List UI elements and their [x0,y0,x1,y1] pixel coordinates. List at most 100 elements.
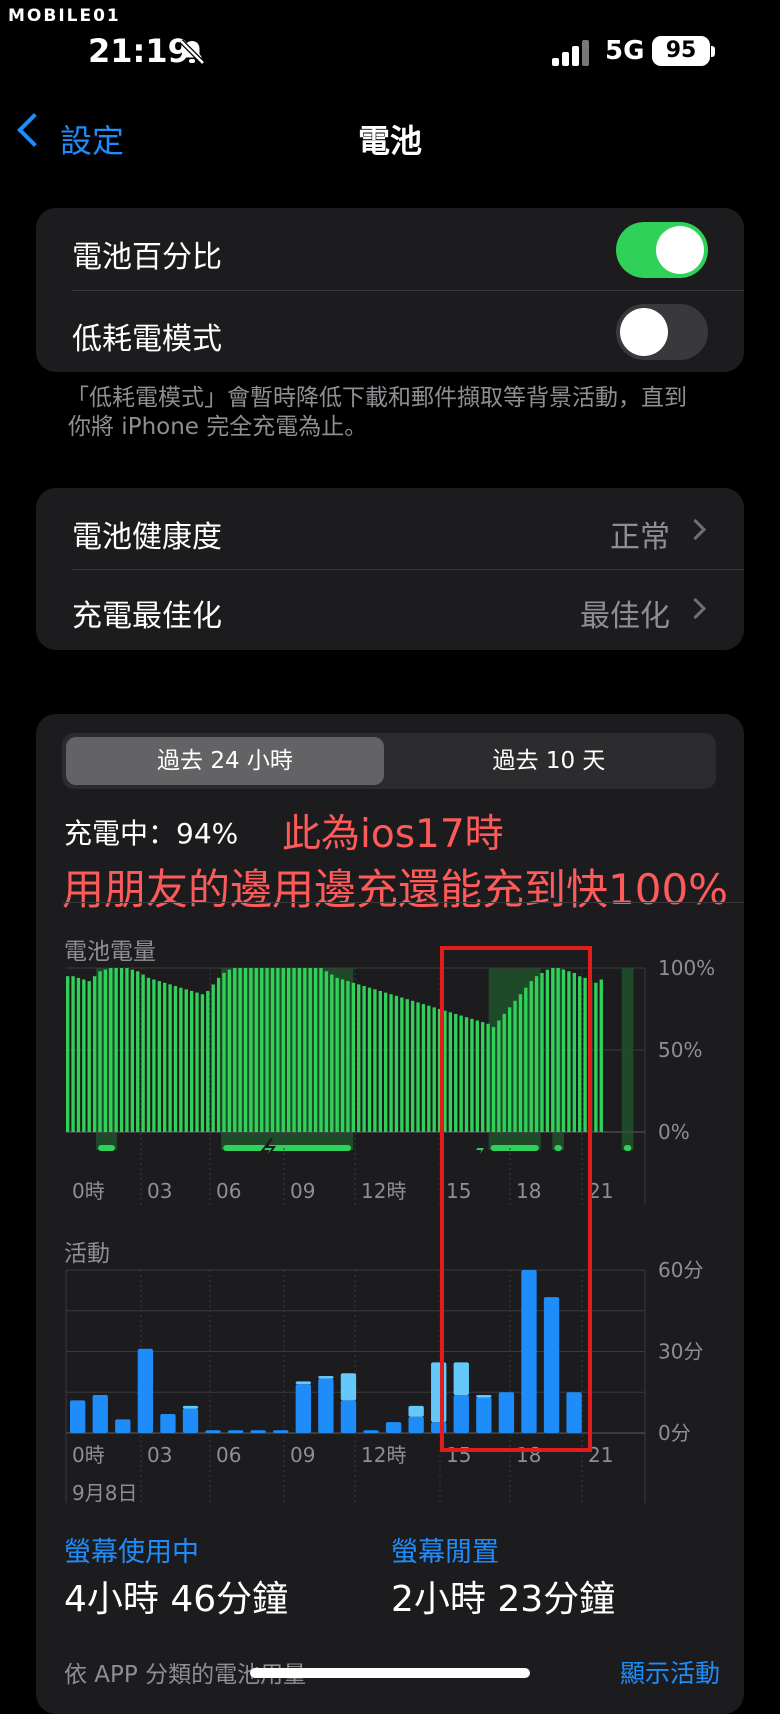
charging-period-band [621,968,634,1150]
screen-off-bar [408,1405,424,1417]
low-power-mode-toggle[interactable] [616,304,708,360]
footnote-line-2: 你將 iPhone 完全充電為止。 [68,414,368,440]
battery-level-bar [270,968,275,1132]
date-label: 9月8日 [72,1481,137,1505]
battery-level-bar [109,968,113,1132]
battery-level-bar [286,968,291,1132]
charging-indicator [223,1145,352,1151]
x-tick-label: 03 [147,1443,172,1467]
battery-level-bar [206,990,210,1132]
battery-level-chart: 100%50%0%0時 03 06 09 12時 15 18 21 [66,956,715,1205]
screen-on-bar [340,1400,357,1433]
battery-level-bar [146,977,151,1132]
battery-level-bar [184,989,188,1132]
battery-level-bar [599,979,603,1132]
screen-on-bar [115,1419,131,1433]
battery-level-bar [389,994,393,1132]
battery-level-bar [130,969,135,1132]
cellular-signal-icon [552,38,592,66]
battery-level-bar [351,982,356,1132]
battery-level-bar [249,968,253,1132]
battery-level-bar [432,1007,436,1132]
screen-on-bar [160,1413,176,1433]
battery-percentage-toggle[interactable] [616,222,708,278]
screen-on-bar [273,1430,289,1433]
battery-level-bar [346,981,350,1132]
charging-indicator [98,1145,115,1151]
battery-indicator: 95 [652,36,710,66]
battery-level-bar [222,972,226,1132]
battery-health-card: 電池健康度 正常 充電最佳化 最佳化 [36,488,744,650]
battery-level-bar [119,968,124,1132]
annotation-line-1: 此為ios17時 [282,812,504,857]
x-tick-label: 09 [290,1179,315,1203]
status-time: 21:19 [88,32,190,70]
battery-level-bar [427,1005,431,1132]
charging-indicator [623,1145,632,1151]
activity-chart: 60分30分0分0時 03 06 09 12時 15 18 219月8日 [65,1258,703,1505]
network-type: 5G [605,36,645,66]
battery-level-bar [125,968,129,1132]
battery-settings-card: 電池百分比 低耗電模式 [36,208,744,372]
battery-level-bar [211,984,215,1132]
screen-on-bar [92,1394,108,1433]
x-tick-label: 09 [290,1443,315,1467]
y-tick-label: 0分 [658,1421,691,1445]
battery-level-bar [340,979,345,1132]
battery-level-bar [416,1002,420,1132]
battery-level-bar [303,968,307,1132]
x-tick-label: 06 [216,1179,241,1203]
battery-level-bar [292,968,296,1132]
battery-level-bar [400,997,404,1132]
low-power-footnote: 「低耗電模式」會暫時降低下載和郵件擷取等背景活動，直到 你將 iPhone 完全… [66,384,728,442]
x-tick-label: 0時 [72,1179,105,1203]
screen-on-bar [385,1422,402,1433]
home-indicator[interactable] [250,1668,530,1678]
battery-level-bar [238,968,242,1132]
annotation-line-2: 用朋友的邊用邊充還能充到快100% [62,865,729,914]
battery-health-row[interactable]: 電池健康度 正常 [36,488,744,569]
low-power-mode-label: 低耗電模式 [72,322,222,357]
battery-level-bar [227,969,232,1132]
battery-level-bar [394,995,399,1132]
battery-level-bar [421,1004,426,1132]
battery-level-bar [378,990,382,1132]
page-title: 電池 [357,122,422,160]
battery-level-bar [254,968,258,1132]
x-tick-label: 06 [216,1443,241,1467]
battery-level-bar [87,981,91,1132]
battery-level-bar [281,968,285,1132]
screen-on-bar [137,1348,154,1433]
battery-level-bar [76,977,81,1132]
battery-level-bar [179,987,183,1132]
screen-on-bar [250,1430,266,1433]
screen-on-bar [363,1430,379,1433]
battery-level-bar [362,986,366,1132]
battery-level-bar [308,968,312,1132]
battery-level-bar [335,977,339,1132]
battery-level-bar [66,976,70,1132]
segment-last-24-hours[interactable]: 過去 24 小時 [66,737,384,785]
battery-level-bar [373,989,377,1132]
screen-off-bar [182,1405,199,1409]
battery-percentage-label: 電池百分比 [72,240,222,275]
battery-level-bar [297,968,302,1132]
highlight-box [440,946,592,1452]
charging-optimization-row[interactable]: 充電最佳化 最佳化 [36,569,744,650]
battery-level-bar [405,999,409,1132]
y-tick-label: 0% [658,1120,690,1144]
segment-last-10-days[interactable]: 過去 10 天 [386,737,712,785]
battery-level-bar [114,968,118,1132]
show-activity-link[interactable]: 顯示活動 [620,1654,720,1690]
y-tick-label: 50% [658,1038,702,1062]
x-tick-label: 0時 [72,1443,105,1467]
y-tick-label: 30分 [658,1340,703,1364]
battery-level-bar [276,968,280,1132]
battery-level-bar [367,987,372,1132]
battery-level-bar [189,990,194,1132]
divider [72,290,744,291]
battery-level-bar [82,979,86,1132]
battery-level-bar [157,981,161,1132]
battery-level-bar [98,971,102,1132]
battery-level-bar [200,994,205,1132]
